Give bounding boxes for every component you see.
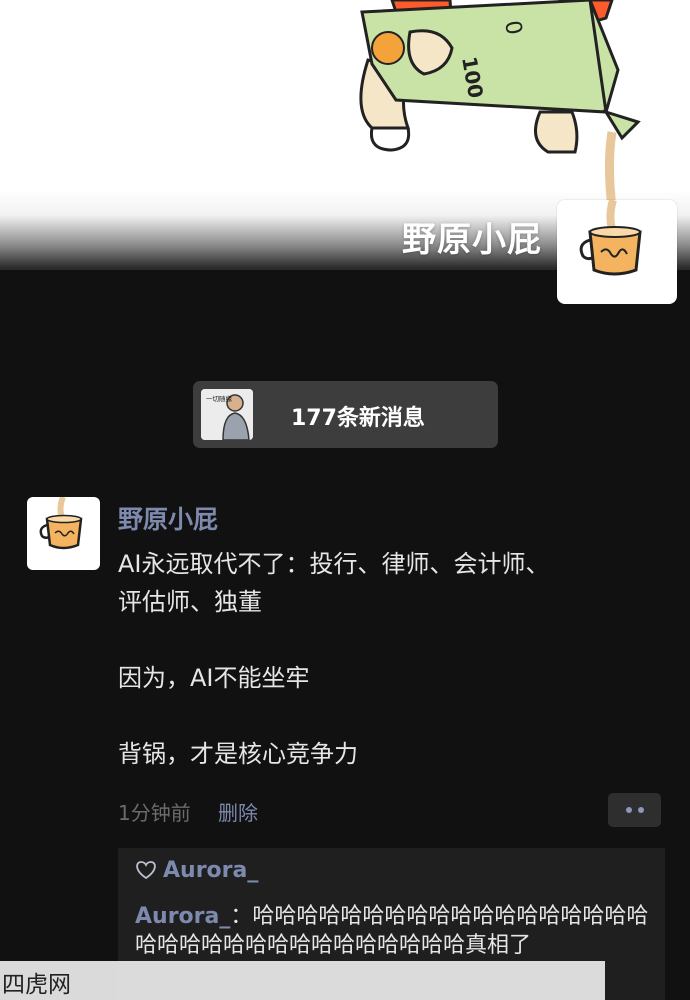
post-line: AI永远取代不了：投行、律师、会计师、 [118, 550, 550, 578]
coffee-cup-icon [579, 200, 642, 276]
post-line: 因为，AI不能坐牢 [118, 664, 310, 692]
post-line: 背锅，才是核心竞争力 [118, 740, 358, 768]
new-message-avatar: 一切随缘 [201, 389, 253, 440]
post-author-name[interactable]: 野原小屁 [118, 500, 218, 536]
cover-name: 野原小屁 [402, 220, 542, 260]
post-timestamp: 1分钟前 [118, 801, 191, 825]
post-line-blank [118, 621, 658, 659]
more-dot-icon [626, 807, 632, 813]
comment-separator: ： [230, 904, 253, 929]
avatar-caption: 一切随缘 [206, 394, 233, 403]
new-messages-label: 177条新消息 [291, 406, 425, 431]
comment-item[interactable]: Aurora_：哈哈哈哈哈哈哈哈哈哈哈哈哈哈哈哈哈哈哈哈哈哈哈哈哈哈哈哈哈哈哈哈… [135, 902, 655, 960]
delete-post-button[interactable]: 删除 [218, 797, 258, 826]
watermark: 四虎网 [0, 961, 605, 1000]
like-user-name[interactable]: Aurora_ [163, 858, 258, 883]
more-dot-icon [638, 807, 644, 813]
post-line: 评估师、独董 [118, 588, 262, 616]
heart-icon [136, 861, 156, 880]
post-content: AI永远取代不了：投行、律师、会计师、 评估师、独董 因为，AI不能坐牢 背锅，… [118, 545, 658, 773]
post-line-blank [118, 697, 658, 735]
post-author-avatar[interactable] [27, 497, 100, 570]
profile-avatar[interactable] [557, 200, 677, 304]
coffee-cup-icon [39, 497, 83, 550]
comment-author[interactable]: Aurora_ [135, 904, 230, 929]
new-messages-button[interactable]: 一切随缘 177条新消息 [193, 381, 498, 448]
more-options-button[interactable] [608, 793, 661, 827]
likes-row: Aurora_ [135, 858, 258, 883]
